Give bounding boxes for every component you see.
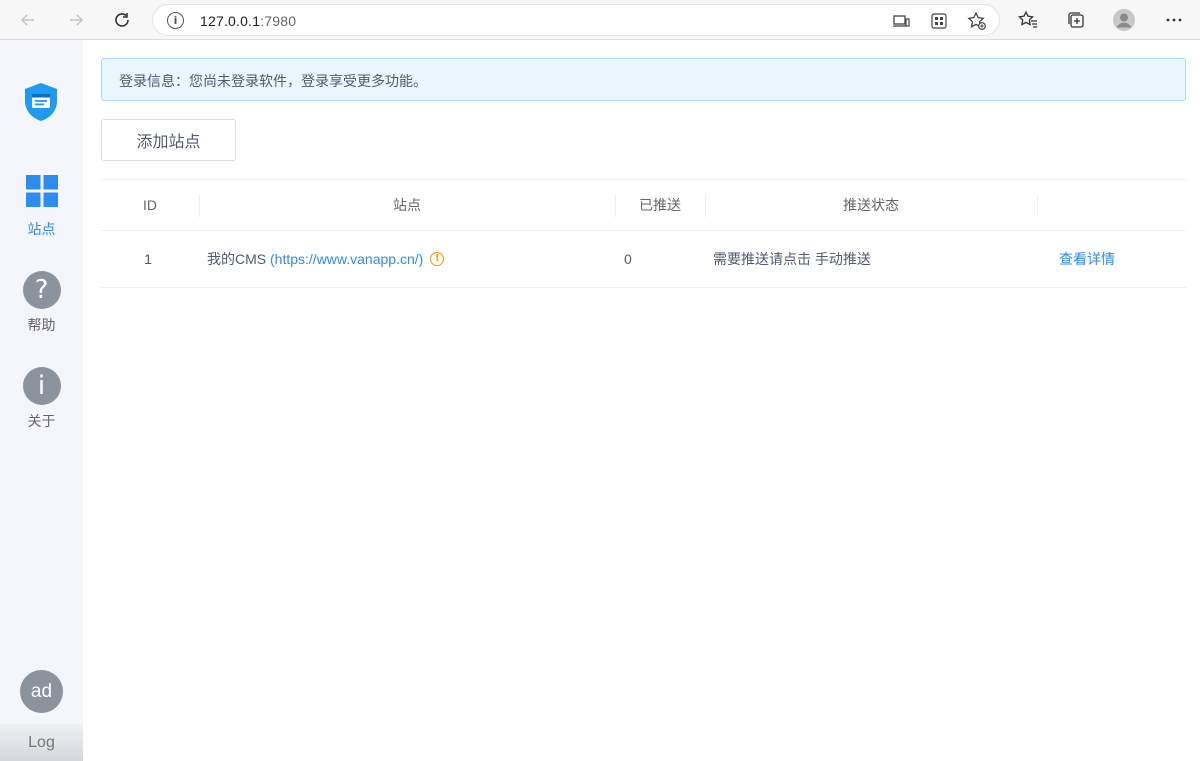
arrow-left-icon	[20, 14, 34, 26]
cell-push-status: 需要推送请点击 手动推送	[713, 231, 871, 287]
add-favorite-icon[interactable]	[966, 10, 988, 32]
address-bar[interactable]: i 127.0.0.1:7980	[152, 4, 1000, 36]
favorites-icon[interactable]	[1014, 6, 1042, 34]
browser-toolbar: i 127.0.0.1:7980	[0, 0, 1200, 40]
grid-icon	[25, 175, 58, 207]
table-row: 1 我的CMS (https://www.vanapp.cn/)! 0 需要推送…	[101, 231, 1186, 288]
profile-icon[interactable]	[1110, 6, 1138, 34]
login-info-alert: 登录信息：您尚未登录软件，登录享受更多功能。	[101, 58, 1186, 101]
cell-pushed: 0	[624, 251, 632, 267]
sidebar-item-label: 关于	[27, 413, 56, 429]
cell-id: 1	[144, 251, 152, 267]
site-info-icon[interactable]: i	[167, 12, 184, 29]
column-header-pushed: 已推送	[639, 197, 681, 213]
cell-site: 我的CMS (https://www.vanapp.cn/)!	[207, 231, 445, 287]
back-button[interactable]	[14, 6, 42, 34]
arrow-right-icon	[70, 14, 84, 26]
table-header: ID 站点 已推送 推送状态	[101, 179, 1186, 231]
sidebar-item-label: 帮助	[27, 317, 56, 333]
manual-push-link[interactable]: 手动推送	[815, 251, 871, 267]
sidebar: 站点 ? 帮助 i 关于 ad Log	[0, 40, 83, 761]
site-name: 我的CMS	[207, 251, 267, 267]
more-menu-icon[interactable]	[1160, 6, 1188, 34]
sites-table: ID 站点 已推送 推送状态 1 我的CMS (https://www.vana…	[101, 179, 1186, 288]
reload-icon	[115, 13, 129, 27]
sidebar-item-label: 站点	[27, 221, 56, 237]
site-url-link[interactable]: (https://www.vanapp.cn/)	[270, 251, 423, 267]
add-site-button[interactable]: 添加站点	[101, 119, 236, 161]
sidebar-item-sites[interactable]: 站点	[0, 174, 83, 239]
qr-code-icon[interactable]	[928, 10, 950, 32]
push-status-text: 需要推送请点击	[713, 251, 811, 267]
reload-button[interactable]	[108, 6, 136, 34]
column-header-push-status: 推送状态	[843, 197, 899, 213]
help-icon: ?	[22, 271, 61, 309]
shield-logo-icon	[25, 83, 57, 121]
sidebar-item-about[interactable]: i 关于	[0, 367, 83, 431]
forward-button[interactable]	[62, 6, 90, 34]
column-header-actions	[1037, 180, 1186, 231]
column-header-site: 站点	[393, 197, 421, 213]
view-details-link[interactable]: 查看详情	[1059, 251, 1115, 267]
avatar[interactable]: ad	[20, 670, 63, 713]
column-header-id: ID	[143, 197, 157, 213]
url-text: 127.0.0.1:7980	[200, 13, 297, 29]
sidebar-item-help[interactable]: ? 帮助	[0, 271, 83, 335]
cell-actions: 查看详情	[1059, 231, 1115, 287]
alert-text: 登录信息：您尚未登录软件，登录享受更多功能。	[119, 73, 427, 89]
app-available-icon[interactable]	[890, 10, 912, 32]
collections-icon[interactable]	[1062, 6, 1090, 34]
warning-icon[interactable]: !	[430, 252, 445, 267]
info-icon: i	[22, 367, 61, 405]
log-button[interactable]: Log	[0, 724, 83, 761]
